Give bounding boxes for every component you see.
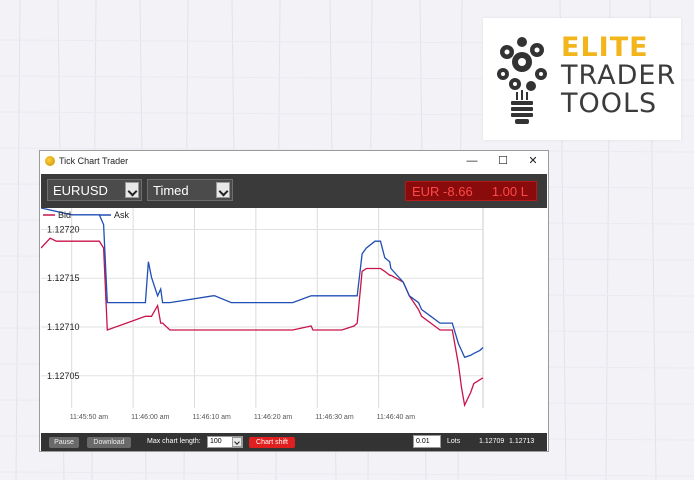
series-line-bid — [41, 237, 484, 408]
y-tick-label: 1.12710 — [47, 322, 80, 332]
y-tick-label: 1.12705 — [47, 371, 80, 381]
x-tick-label: 11:46:40 am — [377, 414, 416, 421]
pnl-display: EUR -8.66 1.00 L — [405, 181, 537, 201]
bid-price: 1.12709 — [479, 438, 505, 445]
mode-value: Timed — [153, 183, 189, 198]
pnl-value: EUR -8.66 — [412, 184, 473, 199]
symbol-select[interactable]: EURUSD — [47, 179, 142, 201]
max-chart-length-value: 100 — [210, 438, 222, 445]
status-bar: Pause Download Max chart length: 100 Cha… — [41, 433, 547, 451]
app-icon — [45, 156, 55, 166]
x-tick-label: 11:45:50 am — [70, 414, 109, 421]
window-title: Tick Chart Trader — [59, 156, 129, 166]
pause-button[interactable]: Pause — [49, 437, 79, 448]
ask-price: 1.12713 — [509, 438, 535, 445]
y-tick-label: 1.12715 — [47, 273, 80, 283]
position-lots: 1.00 L — [491, 184, 528, 199]
x-tick-label: 11:46:30 am — [315, 414, 354, 421]
symbol-value: EURUSD — [53, 183, 108, 198]
lots-input[interactable]: 0.01 — [413, 435, 441, 448]
chart-shift-button[interactable]: Chart shift — [249, 437, 295, 448]
logo-word-tools: TOOLS — [561, 88, 658, 119]
tick-chart-svg: 11:45:50 am 11:46:00 am 11:46:10 am 11:46:2… — [41, 208, 484, 421]
legend-label-bid: Bid — [58, 210, 71, 220]
elite-trader-tools-logo: ELITE TRADER TOOLS — [483, 18, 681, 140]
tick-chart[interactable]: 11:45:50 am 11:46:00 am 11:46:10 am 11:46:2… — [41, 208, 547, 433]
max-chart-length-label: Max chart length: — [147, 438, 201, 445]
y-tick-label: 1.12720 — [47, 224, 80, 234]
chevron-down-icon[interactable] — [216, 182, 230, 198]
lots-label: Lots — [447, 438, 461, 445]
maximize-button[interactable]: ☐ — [491, 153, 515, 169]
max-chart-length-select[interactable]: 100 — [207, 436, 243, 448]
legend-label-ask: Ask — [114, 210, 130, 220]
series-line-ask — [41, 208, 484, 359]
x-tick-label: 11:46:10 am — [192, 414, 231, 421]
logo-word-trader: TRADER — [561, 60, 677, 91]
trade-toolbar: EURUSD Timed EUR -8.66 1.00 L — [41, 174, 547, 208]
mode-select[interactable]: Timed — [147, 179, 233, 201]
tick-chart-trader-window: Tick Chart Trader — ☐ ✕ EURUSD Timed EUR… — [39, 150, 549, 452]
x-tick-label: 11:46:00 am — [131, 414, 170, 421]
chevron-down-icon[interactable] — [232, 437, 242, 447]
minimize-button[interactable]: — — [460, 153, 484, 169]
x-tick-label: 11:46:20 am — [254, 414, 293, 421]
logo-word-elite: ELITE — [561, 32, 649, 63]
close-button[interactable]: ✕ — [521, 153, 545, 169]
lightbulb-gears-icon — [497, 37, 547, 124]
download-button[interactable]: Download — [87, 437, 131, 448]
title-bar[interactable]: Tick Chart Trader — ☐ ✕ — [40, 151, 548, 171]
chevron-down-icon[interactable] — [125, 182, 139, 198]
